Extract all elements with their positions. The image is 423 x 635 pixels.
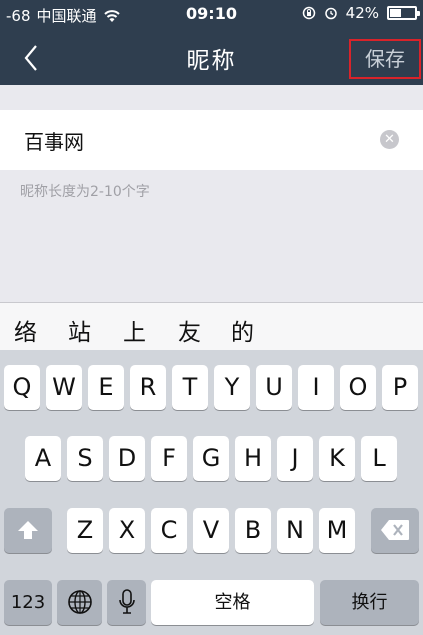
nickname-input-row[interactable]: 百事网 ✕ — [0, 110, 423, 170]
key-e[interactable]: E — [88, 365, 124, 410]
return-key[interactable]: 换行 — [320, 580, 419, 625]
keyboard: Q W E R T Y U I O P A S D F G H J K L Z … — [0, 350, 423, 635]
alarm-icon — [324, 6, 338, 20]
clear-icon[interactable]: ✕ — [380, 130, 399, 149]
shift-icon — [18, 521, 38, 539]
key-i[interactable]: I — [298, 365, 334, 410]
key-x[interactable]: X — [109, 508, 145, 553]
top-bar: -68 中国联通 09:10 42% 昵称 保存 — [0, 0, 423, 85]
key-g[interactable]: G — [193, 436, 229, 481]
key-r[interactable]: R — [130, 365, 166, 410]
nickname-field[interactable]: 百事网 — [24, 126, 84, 155]
numbers-key[interactable]: 123 — [4, 580, 52, 625]
candidate-word[interactable]: 络 — [14, 313, 37, 347]
candidate-word[interactable]: 的 — [231, 313, 254, 347]
candidate-word[interactable]: 上 — [123, 313, 146, 347]
nickname-hint: 昵称长度为2-10个字 — [20, 184, 150, 200]
key-p[interactable]: P — [382, 365, 418, 410]
key-l[interactable]: L — [361, 436, 397, 481]
status-bar: -68 中国联通 09:10 42% — [0, 0, 423, 28]
backspace-key[interactable] — [371, 508, 419, 553]
key-b[interactable]: B — [235, 508, 271, 553]
candidate-word[interactable]: 友 — [178, 313, 201, 347]
shift-key[interactable] — [4, 508, 52, 553]
key-d[interactable]: D — [109, 436, 145, 481]
backspace-icon — [381, 520, 409, 540]
save-button[interactable]: 保存 — [349, 39, 421, 79]
globe-key[interactable] — [57, 580, 102, 625]
key-y[interactable]: Y — [214, 365, 250, 410]
key-t[interactable]: T — [172, 365, 208, 410]
key-q[interactable]: Q — [4, 365, 40, 410]
key-j[interactable]: J — [277, 436, 313, 481]
key-c[interactable]: C — [151, 508, 187, 553]
battery-icon — [387, 6, 420, 20]
microphone-key[interactable] — [107, 580, 146, 625]
microphone-icon — [118, 589, 135, 614]
key-m[interactable]: M — [319, 508, 355, 553]
key-z[interactable]: Z — [67, 508, 103, 553]
globe-icon — [67, 590, 92, 614]
navigation-bar: 昵称 保存 — [0, 28, 423, 85]
key-n[interactable]: N — [277, 508, 313, 553]
space-key[interactable]: 空格 — [151, 580, 314, 625]
key-v[interactable]: V — [193, 508, 229, 553]
candidate-bar: 络 站 上 友 的 — [0, 302, 423, 350]
candidate-word[interactable]: 站 — [68, 313, 91, 347]
key-h[interactable]: H — [235, 436, 271, 481]
key-f[interactable]: F — [151, 436, 187, 481]
battery-fill — [390, 9, 401, 17]
key-k[interactable]: K — [319, 436, 355, 481]
key-a[interactable]: A — [25, 436, 61, 481]
key-u[interactable]: U — [256, 365, 292, 410]
key-w[interactable]: W — [46, 365, 82, 410]
rotation-lock-icon — [302, 6, 316, 20]
key-o[interactable]: O — [340, 365, 376, 410]
battery-percent: 42% — [345, 4, 379, 22]
key-s[interactable]: S — [67, 436, 103, 481]
